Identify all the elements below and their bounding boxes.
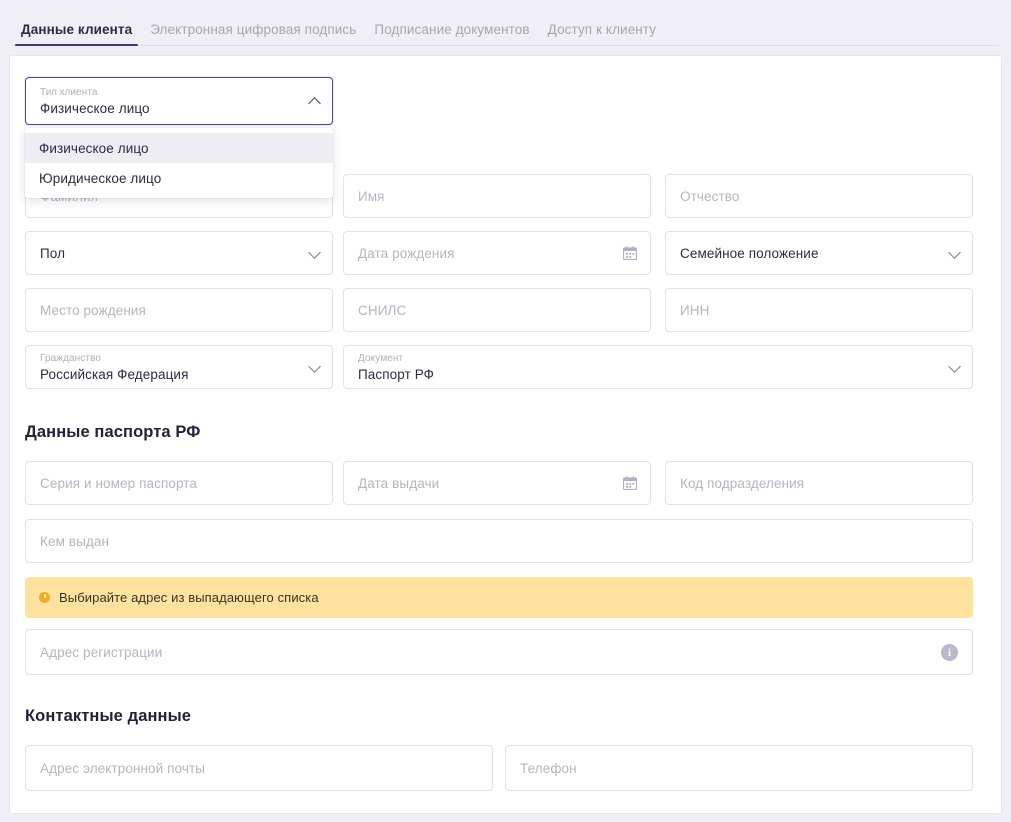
email-placeholder: Адрес электронной почты <box>40 760 206 776</box>
birthdate-placeholder: Дата рождения <box>358 245 455 261</box>
citizenship-value: Российская Федерация <box>40 366 189 382</box>
document-label: Документ <box>358 352 404 364</box>
gender-select[interactable]: Пол <box>25 231 333 275</box>
first-name-input[interactable]: Имя <box>343 174 651 218</box>
warning-icon <box>39 592 50 603</box>
inn-placeholder: ИНН <box>680 302 710 318</box>
document-select[interactable]: Документ Паспорт РФ <box>343 345 973 389</box>
birthdate-input[interactable]: Дата рождения <box>343 231 651 275</box>
snils-placeholder: СНИЛС <box>358 302 407 318</box>
passport-section-heading: Данные паспорта РФ <box>25 423 201 441</box>
info-icon[interactable]: i <box>941 644 958 661</box>
chevron-up-icon <box>308 97 321 110</box>
department-code-input[interactable]: Код подразделения <box>665 461 973 505</box>
phone-placeholder: Телефон <box>520 760 577 776</box>
client-type-dropdown-menu[interactable]: Физическое лицо Юридическое лицо <box>25 128 333 198</box>
chevron-down-icon <box>948 246 961 259</box>
client-type-value: Физическое лицо <box>40 100 150 116</box>
marital-status-placeholder: Семейное положение <box>680 245 819 261</box>
client-form-card: Тип клиента Физическое лицо Фамилия Физи… <box>9 55 1002 814</box>
phone-input[interactable]: Телефон <box>505 745 973 791</box>
tab-bar: Данные клиента Электронная цифровая подп… <box>0 0 1011 46</box>
document-value: Паспорт РФ <box>358 366 435 382</box>
citizenship-label: Гражданство <box>40 352 102 364</box>
address-warning-banner: Выбирайте адрес из выпадающего списка <box>25 577 973 618</box>
chevron-down-icon <box>308 246 321 259</box>
email-input[interactable]: Адрес электронной почты <box>25 745 493 791</box>
gender-placeholder: Пол <box>40 245 66 261</box>
passport-issue-date-placeholder: Дата выдачи <box>358 475 440 491</box>
chevron-down-icon <box>948 360 961 373</box>
address-warning-text: Выбирайте адрес из выпадающего списка <box>59 590 319 605</box>
marital-status-select[interactable]: Семейное положение <box>665 231 973 275</box>
tab-client-data[interactable]: Данные клиента <box>12 22 141 47</box>
citizenship-select[interactable]: Гражданство Российская Федерация <box>25 345 333 389</box>
passport-series-number-input[interactable]: Серия и номер паспорта <box>25 461 333 505</box>
app-root: Данные клиента Электронная цифровая подп… <box>0 0 1011 822</box>
issued-by-input[interactable]: Кем выдан <box>25 519 973 563</box>
client-type-label: Тип клиента <box>40 86 98 98</box>
passport-issue-date-input[interactable]: Дата выдачи <box>343 461 651 505</box>
tab-client-access[interactable]: Доступ к клиенту <box>539 22 665 47</box>
snils-input[interactable]: СНИЛС <box>343 288 651 332</box>
client-type-select[interactable]: Тип клиента Физическое лицо <box>25 77 333 125</box>
passport-series-number-placeholder: Серия и номер паспорта <box>40 475 198 491</box>
birthplace-placeholder: Место рождения <box>40 302 146 318</box>
client-type-option-legal-entity[interactable]: Юридическое лицо <box>25 163 333 193</box>
patronymic-placeholder: Отчество <box>680 188 740 204</box>
first-name-placeholder: Имя <box>358 188 385 204</box>
department-code-placeholder: Код подразделения <box>680 475 805 491</box>
issued-by-placeholder: Кем выдан <box>40 533 110 549</box>
calendar-icon[interactable] <box>622 246 638 261</box>
registration-address-placeholder: Адрес регистрации <box>40 644 163 660</box>
client-type-option-individual[interactable]: Физическое лицо <box>25 133 333 163</box>
registration-address-input[interactable]: Адрес регистрации i <box>25 629 973 675</box>
inn-input[interactable]: ИНН <box>665 288 973 332</box>
birthplace-input[interactable]: Место рождения <box>25 288 333 332</box>
patronymic-input[interactable]: Отчество <box>665 174 973 218</box>
chevron-down-icon <box>308 360 321 373</box>
tab-digital-signature[interactable]: Электронная цифровая подпись <box>141 22 365 47</box>
tab-document-signing[interactable]: Подписание документов <box>365 22 538 47</box>
calendar-icon[interactable] <box>622 476 638 491</box>
contacts-section-heading: Контактные данные <box>25 707 192 725</box>
